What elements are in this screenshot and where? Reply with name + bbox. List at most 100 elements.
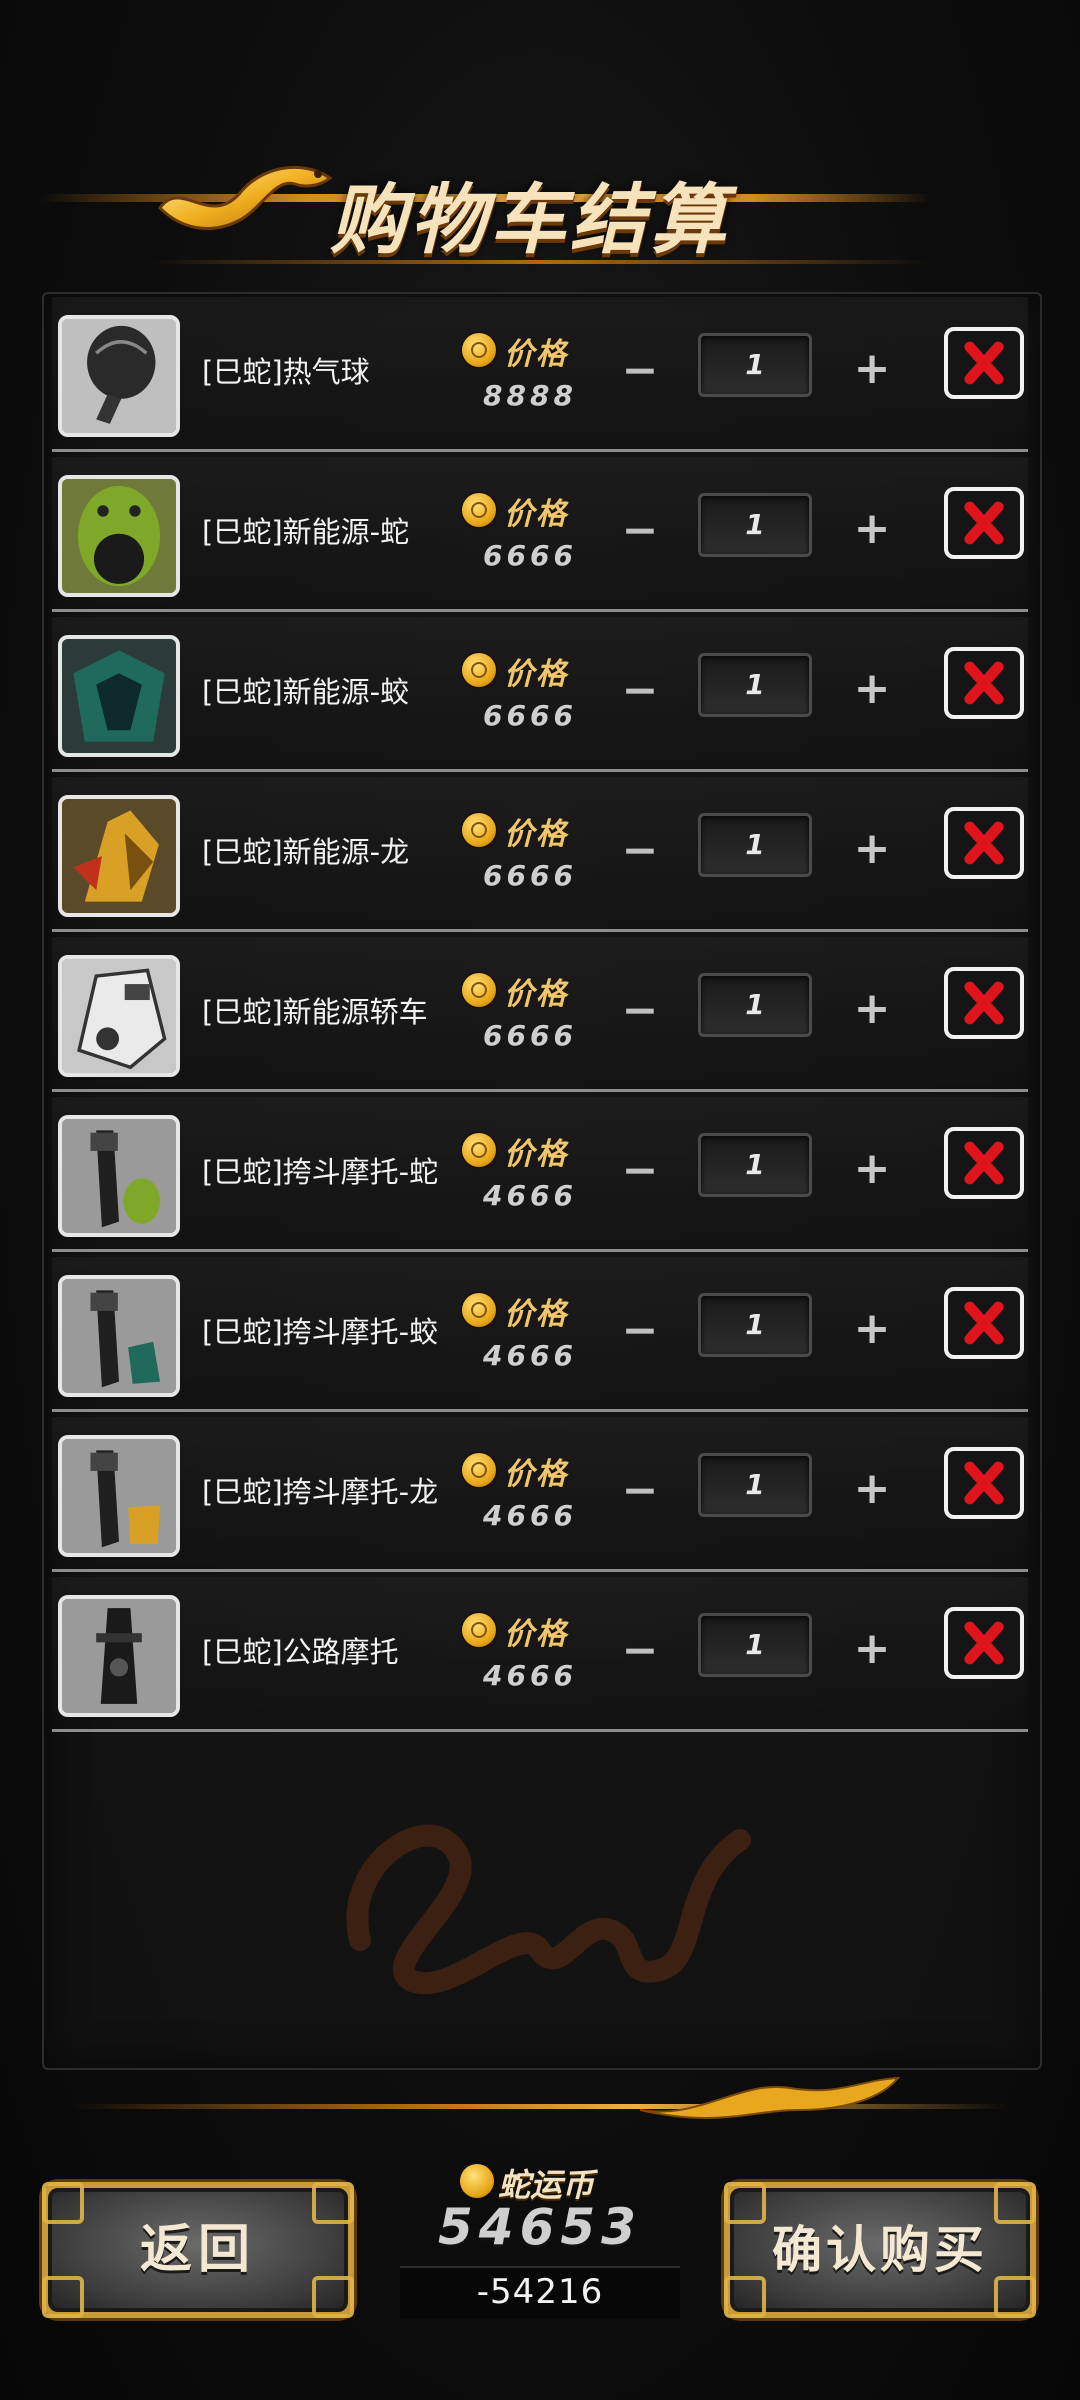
cart-item-row: [巳蛇]热气球 价格 8888 −1 + <box>52 297 1028 452</box>
quantity-field[interactable]: 1 <box>698 333 812 397</box>
item-name: [巳蛇]热气球 <box>202 355 370 389</box>
quantity-field[interactable]: 1 <box>698 653 812 717</box>
close-icon <box>964 1621 1004 1665</box>
increase-quantity-button[interactable]: + <box>846 663 898 715</box>
cart-item-row: [巳蛇]挎斗摩托-龙 价格 4666 −1 + <box>52 1417 1028 1572</box>
remove-item-button[interactable] <box>944 647 1024 719</box>
coin-icon <box>462 1133 496 1167</box>
page-title: 购物车结算 <box>330 175 730 264</box>
ornament-corner <box>724 2182 766 2224</box>
decrease-quantity-button[interactable]: − <box>614 1147 666 1199</box>
increase-quantity-button[interactable]: + <box>846 1303 898 1355</box>
item-thumbnail <box>58 475 180 597</box>
remove-item-button[interactable] <box>944 1607 1024 1679</box>
quantity-field[interactable]: 1 <box>698 1453 812 1517</box>
increase-quantity-button[interactable]: + <box>846 1623 898 1675</box>
ornament-corner <box>724 2276 766 2318</box>
increase-quantity-button[interactable]: + <box>846 343 898 395</box>
coin-icon <box>462 1293 496 1327</box>
remove-item-button[interactable] <box>944 487 1024 559</box>
item-name: [巳蛇]挎斗摩托-蛟 <box>202 1315 439 1349</box>
decrease-quantity-button[interactable]: − <box>614 347 666 399</box>
price-label: 价格 <box>504 1617 568 1652</box>
quantity-field[interactable]: 1 <box>698 973 812 1037</box>
increase-quantity-button[interactable]: + <box>846 823 898 875</box>
increase-quantity-button[interactable]: + <box>846 1143 898 1195</box>
currency-display: 蛇运币 54653 -54216 <box>390 2150 690 2320</box>
back-button[interactable]: 返回 <box>42 2182 354 2318</box>
item-thumbnail <box>58 1275 180 1397</box>
cart-item-row: [巳蛇]新能源-龙 价格 6666 −1 + <box>52 777 1028 932</box>
remove-item-button[interactable] <box>944 1287 1024 1359</box>
coin-icon <box>460 2164 494 2198</box>
price-label: 价格 <box>504 497 568 532</box>
decrease-quantity-button[interactable]: − <box>614 1467 666 1519</box>
header: 购物车结算 <box>0 110 1080 290</box>
increase-quantity-button[interactable]: + <box>846 1463 898 1515</box>
ornament-corner <box>312 2276 354 2318</box>
ornament-corner <box>994 2276 1036 2318</box>
decrease-quantity-button[interactable]: − <box>614 1627 666 1679</box>
quantity-field[interactable]: 1 <box>698 493 812 557</box>
ornament-corner <box>312 2182 354 2224</box>
price-label: 价格 <box>504 817 568 852</box>
decrease-quantity-button[interactable]: − <box>614 1307 666 1359</box>
quantity-field[interactable]: 1 <box>698 813 812 877</box>
item-price: 6666 <box>483 859 577 892</box>
cart-item-row: [巳蛇]公路摩托 价格 4666 −1 + <box>52 1577 1028 1732</box>
item-thumbnail <box>58 955 180 1077</box>
item-name: [巳蛇]挎斗摩托-龙 <box>202 1475 439 1509</box>
decrease-quantity-button[interactable]: − <box>614 507 666 559</box>
cart-item-row: [巳蛇]新能源轿车 价格 6666 −1 + <box>52 937 1028 1092</box>
item-price: 6666 <box>483 699 577 732</box>
item-thumbnail <box>58 635 180 757</box>
decrease-quantity-button[interactable]: − <box>614 827 666 879</box>
item-thumbnail <box>58 1435 180 1557</box>
item-name: [巳蛇]挎斗摩托-蛇 <box>202 1155 439 1189</box>
price-label: 价格 <box>504 977 568 1012</box>
total-deduction: -54216 <box>476 2272 604 2312</box>
year-2025-watermark <box>346 1824 751 1995</box>
coin-icon <box>462 813 496 847</box>
close-icon <box>964 1141 1004 1185</box>
remove-item-button[interactable] <box>944 1127 1024 1199</box>
close-icon <box>964 1301 1004 1345</box>
coin-icon <box>462 1613 496 1647</box>
item-price: 4666 <box>483 1499 577 1532</box>
item-price: 4666 <box>483 1659 577 1692</box>
item-name: [巳蛇]新能源-蛟 <box>202 675 410 709</box>
cart-item-row: [巳蛇]挎斗摩托-蛇 价格 4666 −1 + <box>52 1097 1028 1252</box>
item-thumbnail <box>58 1115 180 1237</box>
quantity-field[interactable]: 1 <box>698 1133 812 1197</box>
coin-icon <box>462 973 496 1007</box>
coin-icon <box>462 333 496 367</box>
item-price: 6666 <box>483 1019 577 1052</box>
item-price: 8888 <box>483 379 577 412</box>
item-price: 4666 <box>483 1179 577 1212</box>
item-thumbnail <box>58 315 180 437</box>
decrease-quantity-button[interactable]: − <box>614 987 666 1039</box>
increase-quantity-button[interactable]: + <box>846 503 898 555</box>
price-label: 价格 <box>504 1137 568 1172</box>
coin-icon <box>462 493 496 527</box>
close-icon <box>964 981 1004 1025</box>
cart-item-row: [巳蛇]新能源-蛟 价格 6666 −1 + <box>52 617 1028 772</box>
confirm-purchase-button[interactable]: 确认购买 <box>724 2182 1036 2318</box>
item-name: [巳蛇]新能源轿车 <box>202 995 428 1029</box>
currency-balance: 54653 <box>438 2198 642 2256</box>
quantity-field[interactable]: 1 <box>698 1613 812 1677</box>
coin-icon <box>462 1453 496 1487</box>
increase-quantity-button[interactable]: + <box>846 983 898 1035</box>
remove-item-button[interactable] <box>944 1447 1024 1519</box>
quantity-field[interactable]: 1 <box>698 1293 812 1357</box>
checkout-page: 购物车结算 [巳蛇]热气球 价格 8888−1 + [巳蛇]新能源-蛇 价格 6666−1 +… <box>0 0 1080 2400</box>
item-thumbnail <box>58 1595 180 1717</box>
remove-item-button[interactable] <box>944 327 1024 399</box>
price-label: 价格 <box>504 1297 568 1332</box>
deduction-bar: -54216 <box>400 2266 680 2318</box>
remove-item-button[interactable] <box>944 807 1024 879</box>
ornament-corner <box>994 2182 1036 2224</box>
remove-item-button[interactable] <box>944 967 1024 1039</box>
item-name: [巳蛇]新能源-蛇 <box>202 515 410 549</box>
decrease-quantity-button[interactable]: − <box>614 667 666 719</box>
